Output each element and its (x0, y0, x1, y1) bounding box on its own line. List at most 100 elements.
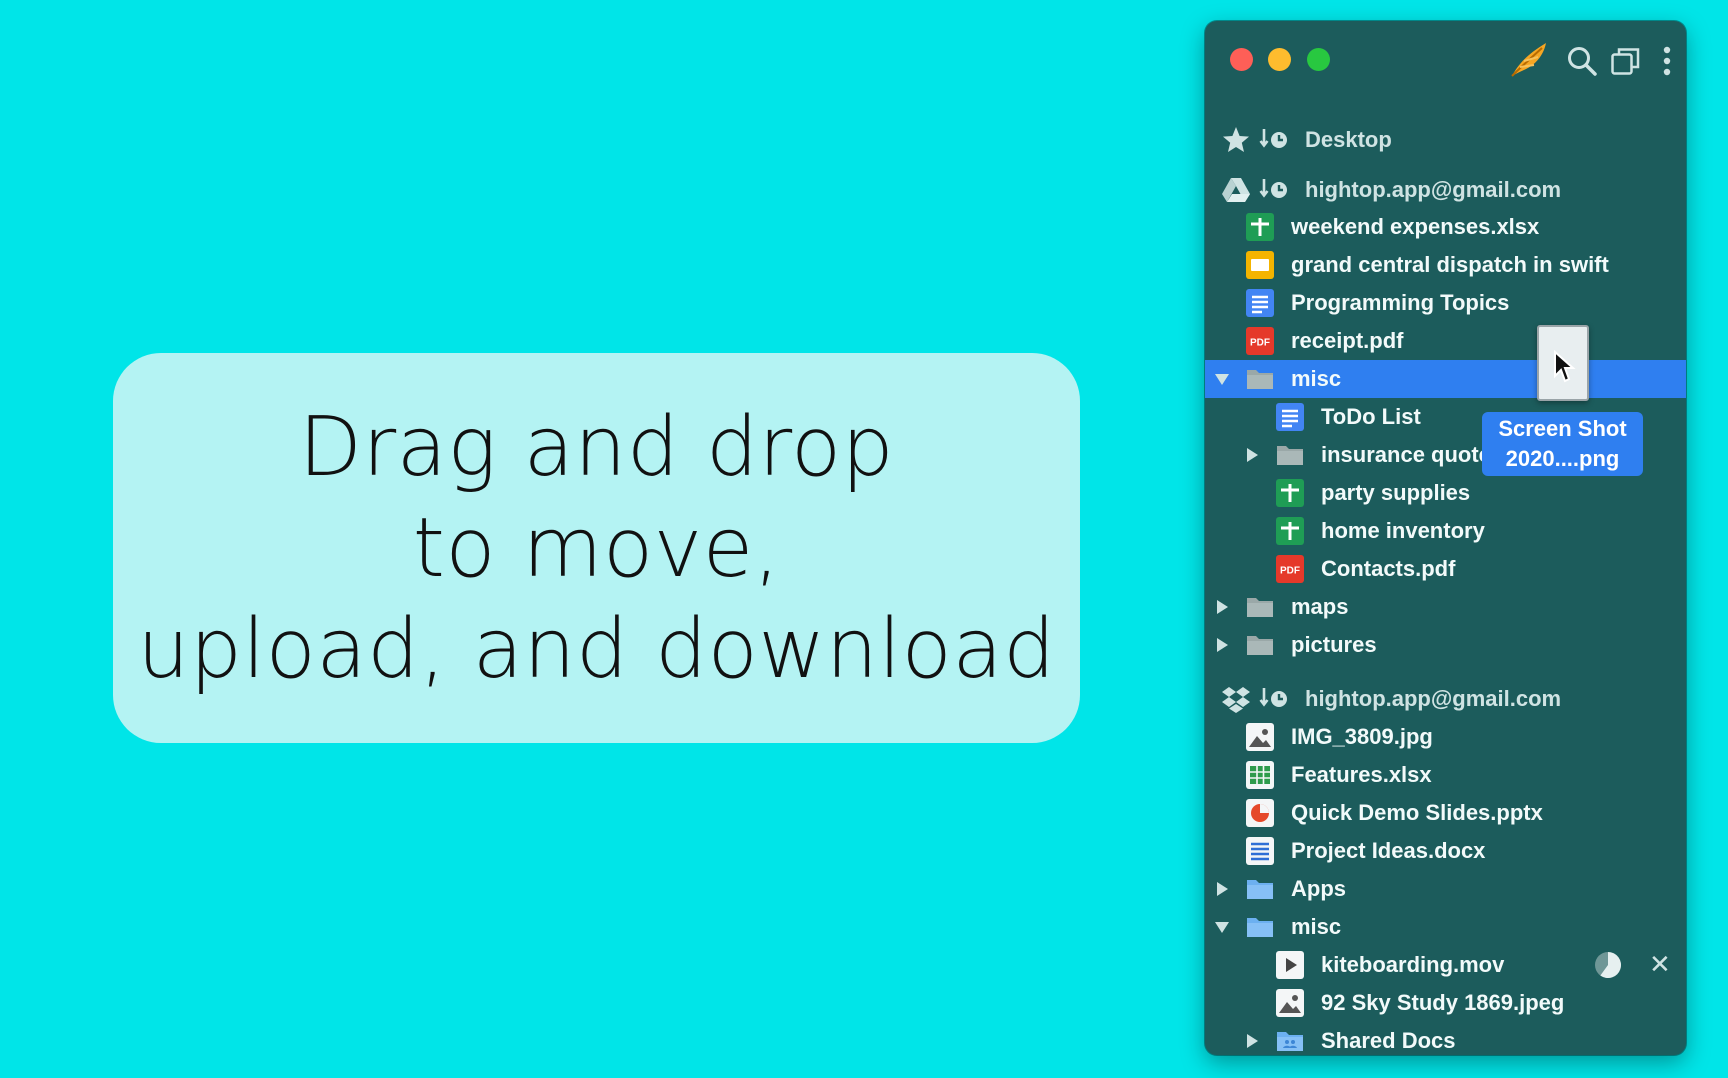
file-row-party-supplies[interactable]: party supplies (1205, 474, 1686, 512)
item-label: IMG_3809.jpg (1291, 724, 1433, 749)
item-label: weekend expenses.xlsx (1291, 214, 1540, 239)
file-row-kiteboarding-mov[interactable]: kiteboarding.mov ✕ (1205, 946, 1686, 984)
feather-icon[interactable] (1508, 39, 1550, 79)
spreadsheet-icon (1245, 760, 1275, 790)
section-header-google-drive[interactable]: hightop.app@gmail.com (1205, 171, 1686, 209)
promo-card: Drag and drop to move, upload, and downl… (113, 353, 1080, 743)
file-row-programming-topics[interactable]: Programming Topics (1205, 284, 1686, 322)
promo-line-1: Drag and drop (298, 399, 895, 495)
pointer-cursor-icon (1553, 349, 1577, 389)
image-icon (1245, 722, 1275, 752)
item-label: Programming Topics (1291, 290, 1510, 315)
folder-icon (1245, 630, 1275, 660)
disclosure-expanded-icon[interactable] (1214, 371, 1230, 387)
zoom-window-button[interactable] (1307, 48, 1330, 71)
pdf-icon: PDF (1275, 554, 1305, 584)
more-icon[interactable] (1662, 45, 1672, 77)
section-header-label: Desktop (1305, 127, 1392, 152)
slides-icon (1245, 250, 1275, 280)
folder-row-pictures[interactable]: pictures (1205, 626, 1686, 664)
file-row-contacts-pdf[interactable]: PDF Contacts.pdf (1205, 550, 1686, 588)
drag-filename-line-2: 2020....png (1505, 446, 1620, 471)
sheets-icon (1245, 212, 1275, 242)
disclosure-collapsed-icon[interactable] (1214, 599, 1230, 615)
sheets-icon (1275, 478, 1305, 508)
history-icon[interactable] (1259, 125, 1289, 155)
drag-filename-badge: Screen Shot 2020....png (1482, 412, 1643, 476)
folder-icon (1245, 364, 1275, 394)
titlebar (1205, 21, 1686, 93)
item-label: maps (1291, 594, 1349, 619)
disclosure-collapsed-icon[interactable] (1244, 1033, 1260, 1049)
item-label: Contacts.pdf (1321, 556, 1456, 581)
folder-icon (1245, 592, 1275, 622)
section-header-label: hightop.app@gmail.com (1305, 177, 1562, 202)
file-row-92-sky-study-1869-jpeg[interactable]: 92 Sky Study 1869.jpeg (1205, 984, 1686, 1022)
item-label: misc (1291, 914, 1342, 939)
history-icon[interactable] (1259, 684, 1289, 714)
cancel-upload-icon[interactable]: ✕ (1649, 949, 1671, 980)
shared-folder-icon (1275, 1026, 1305, 1055)
document-icon (1245, 836, 1275, 866)
star-icon (1221, 125, 1251, 155)
file-row-quick-demo-slides-pptx[interactable]: Quick Demo Slides.pptx (1205, 794, 1686, 832)
item-label: misc (1291, 366, 1342, 391)
dropbox-icon (1221, 684, 1251, 714)
item-label: ToDo List (1321, 404, 1421, 429)
item-label: Shared Docs (1321, 1028, 1456, 1053)
file-row-grand-central-dispatch-in-swift[interactable]: grand central dispatch in swift (1205, 246, 1686, 284)
folder-icon (1275, 440, 1305, 470)
upload-progress-icon (1593, 950, 1623, 986)
file-row-features-xlsx[interactable]: Features.xlsx (1205, 756, 1686, 794)
item-label: receipt.pdf (1291, 328, 1404, 353)
search-icon[interactable] (1566, 45, 1598, 77)
item-label: pictures (1291, 632, 1377, 657)
folder-row-apps[interactable]: Apps (1205, 870, 1686, 908)
new-window-icon[interactable] (1610, 45, 1642, 77)
section-header-label: hightop.app@gmail.com (1305, 686, 1562, 711)
disclosure-collapsed-icon[interactable] (1244, 447, 1260, 463)
disclosure-collapsed-icon[interactable] (1214, 881, 1230, 897)
item-label: home inventory (1321, 518, 1485, 543)
item-label: Project Ideas.docx (1291, 838, 1486, 863)
svg-text:PDF: PDF (1280, 566, 1300, 577)
folder-row-misc[interactable]: misc (1205, 908, 1686, 946)
presentation-icon (1245, 798, 1275, 828)
docs-icon (1245, 288, 1275, 318)
file-row-img-3809-jpg[interactable]: IMG_3809.jpg (1205, 718, 1686, 756)
folder-row-shared-docs[interactable]: Shared Docs (1205, 1022, 1686, 1055)
disclosure-expanded-icon[interactable] (1214, 919, 1230, 935)
folder-icon (1245, 874, 1275, 904)
minimize-window-button[interactable] (1268, 48, 1291, 71)
file-row-weekend-expenses-xlsx[interactable]: weekend expenses.xlsx (1205, 208, 1686, 246)
file-row-receipt-pdf[interactable]: PDF receipt.pdf (1205, 322, 1686, 360)
folder-icon (1245, 912, 1275, 942)
item-label: kiteboarding.mov (1321, 952, 1505, 977)
item-label: Quick Demo Slides.pptx (1291, 800, 1543, 825)
section-header-favorites[interactable]: Desktop (1205, 121, 1686, 159)
folder-row-maps[interactable]: maps (1205, 588, 1686, 626)
drag-filename-line-1: Screen Shot (1498, 416, 1627, 441)
sheets-icon (1275, 516, 1305, 546)
pdf-icon: PDF (1245, 326, 1275, 356)
drive-icon (1221, 175, 1251, 205)
file-row-project-ideas-docx[interactable]: Project Ideas.docx (1205, 832, 1686, 870)
promo-line-2: to move, (412, 500, 781, 596)
file-browser-window: Desktop hightop.app@gmail.com weekend expe… (1205, 21, 1686, 1055)
item-label: grand central dispatch in swift (1291, 252, 1609, 277)
video-icon (1275, 950, 1305, 980)
item-label: Features.xlsx (1291, 762, 1432, 787)
close-window-button[interactable] (1230, 48, 1253, 71)
folder-row-misc[interactable]: misc (1205, 360, 1686, 398)
section-header-dropbox[interactable]: hightop.app@gmail.com (1205, 680, 1686, 718)
promo-line-3: upload, and download (137, 601, 1056, 697)
disclosure-collapsed-icon[interactable] (1214, 637, 1230, 653)
file-row-home-inventory[interactable]: home inventory (1205, 512, 1686, 550)
docs-icon (1275, 402, 1305, 432)
item-label: 92 Sky Study 1869.jpeg (1321, 990, 1565, 1015)
image-icon (1275, 988, 1305, 1018)
history-icon[interactable] (1259, 175, 1289, 205)
item-label: Apps (1291, 876, 1346, 901)
promo-text: Drag and drop to move, upload, and downl… (137, 397, 1055, 700)
item-label: party supplies (1321, 480, 1471, 505)
